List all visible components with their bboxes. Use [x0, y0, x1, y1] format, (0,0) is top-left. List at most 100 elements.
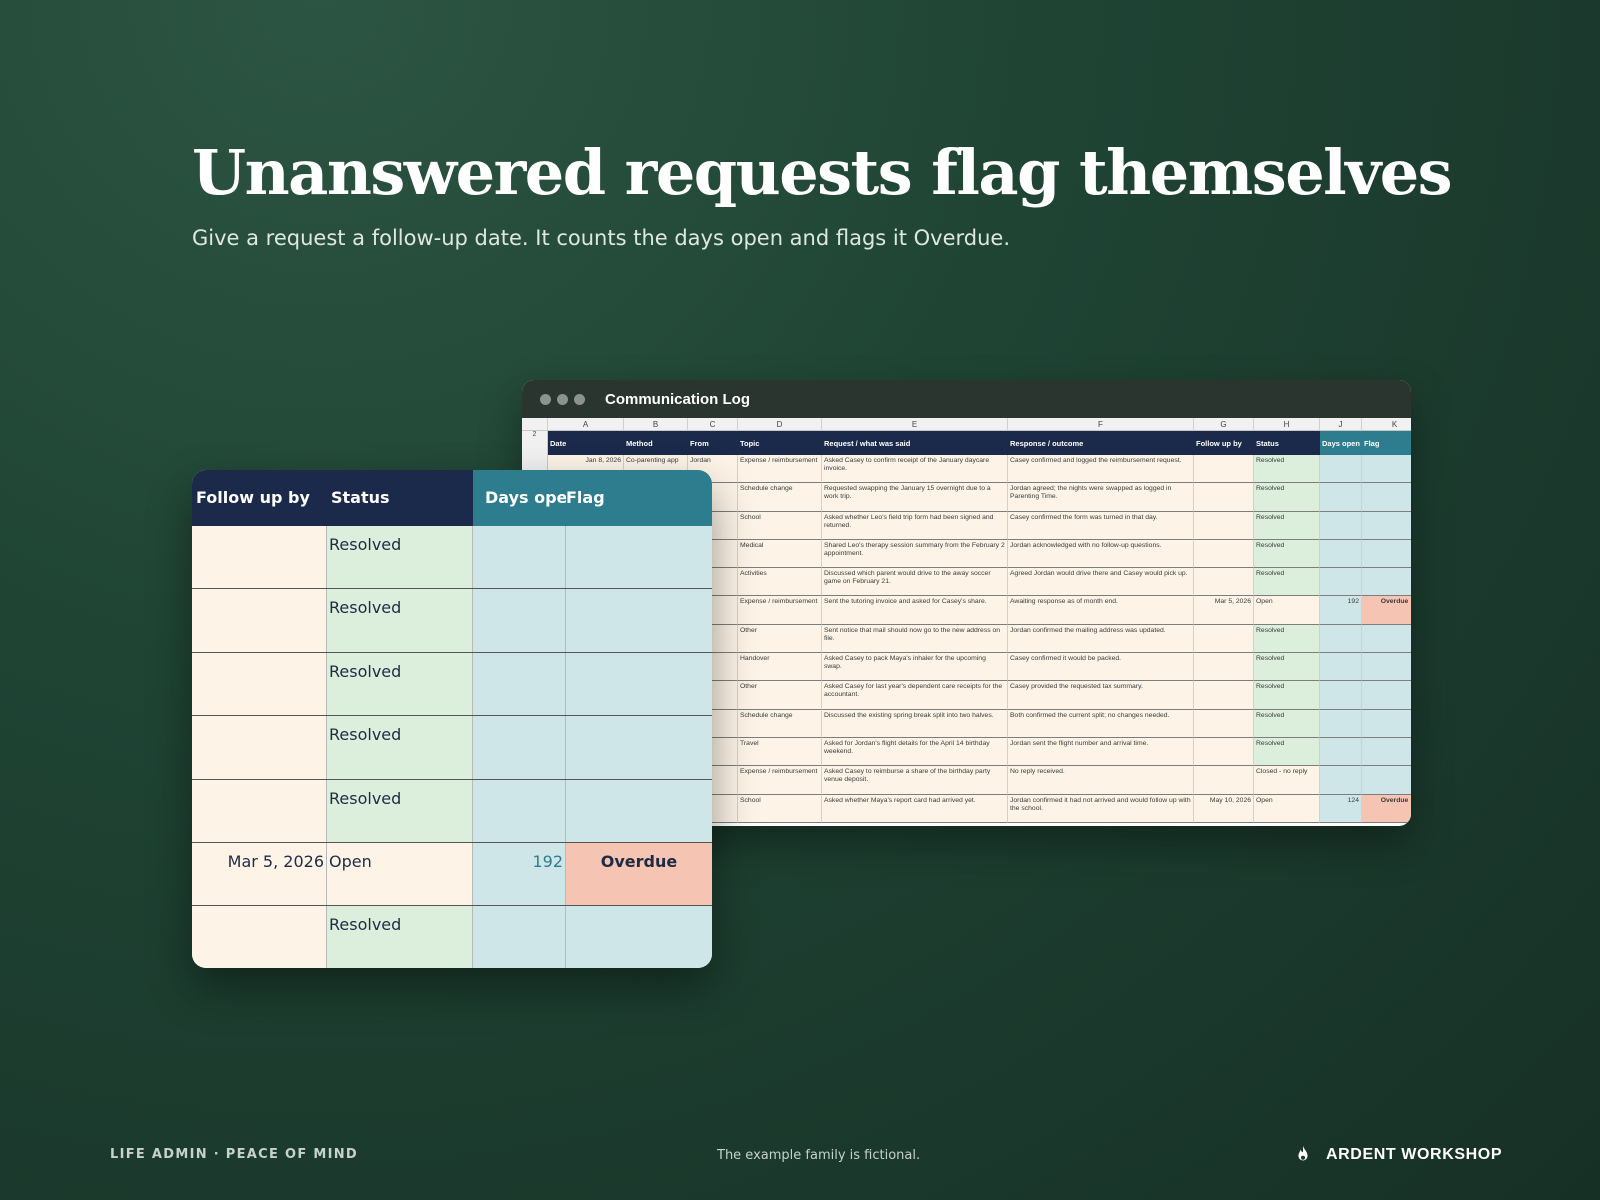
zoom-cell-flag[interactable] — [566, 716, 712, 779]
cell-topic[interactable]: Medical — [738, 539, 822, 569]
zoom-cell-status[interactable]: Resolved — [327, 716, 473, 779]
cell-follow[interactable] — [1194, 483, 1254, 512]
column-header[interactable]: Days open — [1320, 431, 1362, 455]
zoom-cell-status[interactable]: Resolved — [327, 652, 473, 716]
cell-status[interactable]: Resolved — [1254, 539, 1320, 569]
cell-follow[interactable] — [1194, 539, 1254, 569]
zoom-cell-status[interactable]: Open — [327, 842, 473, 906]
zoom-cell-flag[interactable] — [566, 526, 712, 589]
column-letter[interactable]: J — [1320, 418, 1362, 431]
row-number[interactable]: 2 — [522, 431, 548, 455]
cell-topic[interactable]: Schedule change — [738, 709, 822, 738]
zoom-cell-status[interactable]: Resolved — [327, 779, 473, 842]
cell-response[interactable]: Jordan confirmed the mailing address was… — [1008, 624, 1194, 654]
cell-days[interactable] — [1320, 511, 1362, 540]
cell-topic[interactable]: Other — [738, 681, 822, 710]
cell-response[interactable]: Casey confirmed and logged the reimburse… — [1008, 455, 1194, 484]
cell-response[interactable]: Casey confirmed it would be packed. — [1008, 653, 1194, 682]
cell-follow[interactable] — [1194, 709, 1254, 738]
zoom-cell-status[interactable]: Resolved — [327, 906, 473, 968]
column-header[interactable]: Method — [624, 431, 688, 455]
cell-flag[interactable]: Overdue — [1362, 794, 1411, 823]
cell-request[interactable]: Asked Casey for last year's dependent ca… — [822, 681, 1008, 710]
zoom-cell-flag[interactable] — [566, 906, 712, 968]
column-letter[interactable]: C — [688, 418, 738, 431]
column-header[interactable]: Flag — [1362, 431, 1411, 455]
cell-days[interactable] — [1320, 539, 1362, 569]
footer-brand[interactable]: ARDENT WORKSHOP — [1292, 1144, 1502, 1166]
cell-status[interactable]: Resolved — [1254, 455, 1320, 484]
column-letter[interactable]: B — [624, 418, 688, 431]
zoom-cell-follow-up[interactable] — [192, 589, 327, 652]
cell-topic[interactable]: Travel — [738, 737, 822, 767]
zoom-cell-status[interactable]: Resolved — [327, 589, 473, 652]
cell-follow[interactable] — [1194, 766, 1254, 795]
cell-follow[interactable] — [1194, 511, 1254, 540]
column-header[interactable]: From — [688, 431, 738, 455]
cell-days[interactable]: 192 — [1320, 596, 1362, 625]
column-letter[interactable] — [522, 418, 548, 431]
column-letter[interactable]: F — [1008, 418, 1194, 431]
cell-days[interactable] — [1320, 766, 1362, 795]
cell-topic[interactable]: Expense / reimbursement — [738, 766, 822, 795]
zoom-cell-follow-up[interactable] — [192, 526, 327, 589]
cell-status[interactable]: Closed - no reply — [1254, 766, 1320, 795]
cell-status[interactable]: Resolved — [1254, 737, 1320, 767]
cell-flag[interactable] — [1362, 737, 1411, 767]
cell-flag[interactable] — [1362, 539, 1411, 569]
column-header[interactable]: Date — [548, 431, 624, 455]
cell-topic[interactable]: School — [738, 511, 822, 540]
cell-follow[interactable]: May 10, 2026 — [1194, 794, 1254, 823]
cell-status[interactable]: Resolved — [1254, 483, 1320, 512]
cell-response[interactable]: No reply received. — [1008, 766, 1194, 795]
cell-topic[interactable]: Other — [738, 624, 822, 654]
zoom-cell-follow-up[interactable] — [192, 716, 327, 779]
zoom-cell-days-open[interactable] — [473, 906, 566, 968]
cell-request[interactable]: Shared Leo's therapy session summary fro… — [822, 539, 1008, 569]
cell-flag[interactable] — [1362, 455, 1411, 484]
zoom-cell-days-open[interactable] — [473, 716, 566, 779]
cell-flag[interactable] — [1362, 709, 1411, 738]
zoom-cell-flag[interactable] — [566, 779, 712, 842]
cell-follow[interactable] — [1194, 455, 1254, 484]
cell-flag[interactable] — [1362, 653, 1411, 682]
cell-flag[interactable] — [1362, 483, 1411, 512]
cell-request[interactable]: Sent notice that mail should now go to t… — [822, 624, 1008, 654]
zoom-cell-follow-up[interactable] — [192, 652, 327, 716]
column-letter[interactable]: G — [1194, 418, 1254, 431]
cell-days[interactable] — [1320, 568, 1362, 597]
cell-status[interactable]: Resolved — [1254, 653, 1320, 682]
cell-request[interactable]: Asked Casey to confirm receipt of the Ja… — [822, 455, 1008, 484]
cell-status[interactable]: Open — [1254, 596, 1320, 625]
column-letter[interactable]: D — [738, 418, 822, 431]
cell-response[interactable]: Jordan sent the flight number and arriva… — [1008, 737, 1194, 767]
cell-request[interactable]: Asked for Jordan's flight details for th… — [822, 737, 1008, 767]
zoom-cell-follow-up[interactable] — [192, 779, 327, 842]
cell-response[interactable]: Casey provided the requested tax summary… — [1008, 681, 1194, 710]
cell-flag[interactable] — [1362, 568, 1411, 597]
column-header[interactable]: Topic — [738, 431, 822, 455]
cell-response[interactable]: Casey confirmed the form was turned in t… — [1008, 511, 1194, 540]
cell-days[interactable] — [1320, 737, 1362, 767]
cell-response[interactable]: Jordan confirmed it had not arrived and … — [1008, 794, 1194, 823]
cell-status[interactable]: Resolved — [1254, 624, 1320, 654]
cell-follow[interactable] — [1194, 568, 1254, 597]
cell-request[interactable]: Requested swapping the January 15 overni… — [822, 483, 1008, 512]
cell-response[interactable]: Jordan agreed; the nights were swapped a… — [1008, 483, 1194, 512]
window-minimize-dot[interactable] — [557, 393, 568, 405]
cell-status[interactable]: Open — [1254, 794, 1320, 823]
column-header[interactable]: Response / outcome — [1008, 431, 1194, 455]
cell-topic[interactable]: Expense / reimbursement — [738, 596, 822, 625]
zoom-cell-follow-up[interactable]: Mar 5, 2026 — [192, 842, 327, 906]
window-close-dot[interactable] — [540, 393, 551, 405]
cell-status[interactable]: Resolved — [1254, 511, 1320, 540]
cell-request[interactable]: Asked Casey to pack Maya's inhaler for t… — [822, 653, 1008, 682]
cell-days[interactable]: 124 — [1320, 794, 1362, 823]
cell-days[interactable] — [1320, 653, 1362, 682]
cell-follow[interactable]: Mar 5, 2026 — [1194, 596, 1254, 625]
zoom-cell-flag[interactable]: Overdue — [566, 842, 712, 906]
cell-flag[interactable] — [1362, 624, 1411, 654]
zoom-cell-days-open[interactable] — [473, 526, 566, 589]
zoom-cell-status[interactable]: Resolved — [327, 526, 473, 589]
cell-request[interactable]: Asked whether Maya's report card had arr… — [822, 794, 1008, 823]
